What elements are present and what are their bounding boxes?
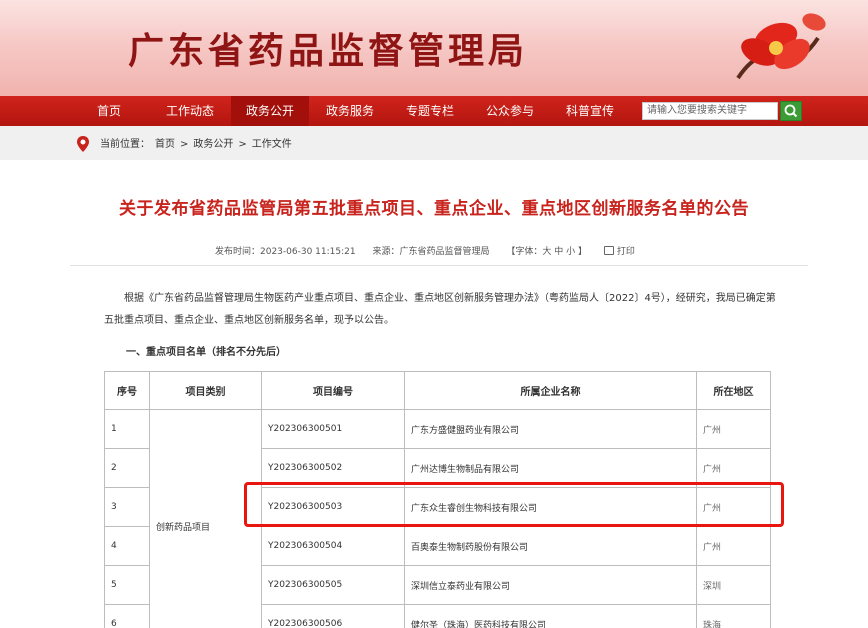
breadcrumb-separator: > [238, 139, 247, 150]
nav-item-public-participation[interactable]: 公众参与 [471, 96, 549, 126]
divider [70, 265, 808, 266]
nav-item-government-affairs[interactable]: 政务公开 [231, 96, 309, 126]
row-region: 广州 [696, 487, 771, 527]
row-company: 广东众生睿创生物科技有限公司 [404, 487, 697, 527]
row-company: 深圳信立泰药业有限公司 [404, 565, 697, 605]
breadcrumb-gov-affairs[interactable]: 政务公开 [193, 139, 233, 150]
search-icon [784, 104, 798, 118]
article-source: 来源：广东省药品监督管理局 [372, 247, 490, 257]
row-region: 广州 [696, 526, 771, 566]
header-company: 所属企业名称 [404, 371, 697, 410]
location-pin-icon [77, 136, 89, 152]
table-row: 1 创新药品项目 Y202306300501 广东方盛健盟药业有限公司 广州 [104, 409, 771, 628]
row-no: 3 [104, 487, 150, 527]
row-company: 广州达博生物制品有限公司 [404, 448, 697, 488]
article-intro: 根据《广东省药品监督管理局生物医药产业重点项目、重点企业、重点地区创新服务管理办… [104, 293, 776, 326]
row-region: 广州 [696, 409, 771, 449]
table-header-row: 序号 项目类别 项目编号 所属企业名称 所在地区 [104, 371, 771, 410]
row-no: 6 [104, 604, 150, 628]
row-no: 2 [104, 448, 150, 488]
article-meta: 发布时间：2023-06-30 11:15:21 来源：广东省药品监督管理局 【… [215, 244, 649, 257]
site-banner: 广东省药品监督管理局 [0, 0, 868, 96]
nav-item-gov-services[interactable]: 政务服务 [311, 96, 389, 126]
article-title: 关于发布省药品监管局第五批重点项目、重点企业、重点地区创新服务名单的公告 [119, 199, 749, 219]
breadcrumb-home[interactable]: 首页 [155, 139, 175, 150]
search-button[interactable] [780, 101, 802, 121]
search-input[interactable]: 请输入您要搜索关键字 [642, 102, 778, 120]
nav-item-science-popularization[interactable]: 科普宣传 [551, 96, 629, 126]
section-heading: 一、重点项目名单（排名不分先后） [126, 347, 286, 358]
site-title: 广东省药品监督管理局 [128, 30, 529, 72]
breadcrumb: 当前位置： 首页 > 政务公开 > 工作文件 [100, 126, 297, 160]
header-region: 所在地区 [696, 371, 771, 410]
publish-time: 发布时间：2023-06-30 11:15:21 [215, 247, 356, 257]
header-code: 项目编号 [261, 371, 405, 410]
breadcrumb-work-documents[interactable]: 工作文件 [252, 139, 292, 150]
row-region: 广州 [696, 448, 771, 488]
print-button[interactable]: 打印 [603, 246, 635, 257]
row-no: 5 [104, 565, 150, 605]
font-size-selector[interactable]: 【字体：大 中 小 】 [506, 247, 587, 257]
header-category: 项目类别 [149, 371, 262, 410]
row-code: Y202306300506 [261, 604, 405, 628]
print-icon [603, 246, 614, 255]
row-no: 4 [104, 526, 150, 566]
row-region: 珠海 [696, 604, 771, 628]
row-no: 1 [104, 409, 150, 449]
nav-item-home[interactable]: 首页 [70, 96, 148, 126]
header-no: 序号 [104, 371, 150, 410]
row-code: Y202306300502 [261, 448, 405, 488]
breadcrumb-separator: > [180, 139, 189, 150]
row-code: Y202306300503 [261, 487, 405, 527]
row-code: Y202306300501 [261, 409, 405, 449]
row-category: 创新药品项目 [149, 409, 262, 628]
row-region: 深圳 [696, 565, 771, 605]
main-nav: 首页 工作动态 政务公开 政务服务 专题专栏 公众参与 科普宣传 请输入您要搜索… [0, 96, 868, 126]
breadcrumb-prefix: 当前位置： [100, 139, 150, 150]
row-code: Y202306300504 [261, 526, 405, 566]
kapok-flower-icon [736, 13, 826, 80]
row-company: 健尔圣（珠海）医药科技有限公司 [404, 604, 697, 628]
breadcrumb-bar: 当前位置： 首页 > 政务公开 > 工作文件 [0, 126, 868, 160]
nav-item-special-topics[interactable]: 专题专栏 [391, 96, 469, 126]
row-code: Y202306300505 [261, 565, 405, 605]
row-company: 百奥泰生物制药股份有限公司 [404, 526, 697, 566]
nav-item-work-news[interactable]: 工作动态 [151, 96, 229, 126]
project-table: 序号 项目类别 项目编号 所属企业名称 所在地区 1 创新药品项目 Y20230… [104, 371, 771, 628]
row-company: 广东方盛健盟药业有限公司 [404, 409, 697, 449]
